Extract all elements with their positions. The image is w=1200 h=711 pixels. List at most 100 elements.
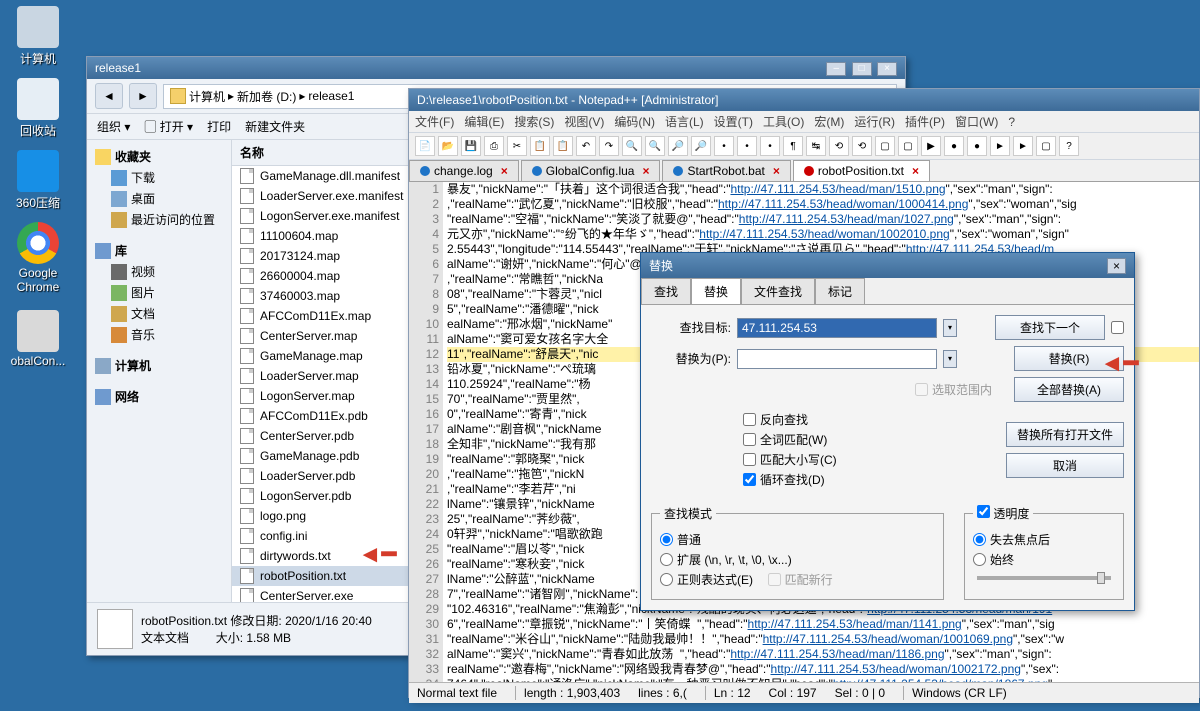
- wrap-check[interactable]: 循环查找(D): [743, 471, 1000, 488]
- explorer-titlebar[interactable]: release1 – □ ×: [87, 57, 905, 79]
- back-button[interactable]: ◄: [95, 83, 123, 109]
- tab-close-icon[interactable]: ×: [501, 164, 508, 178]
- toolbar-icon[interactable]: •: [737, 136, 757, 156]
- toolbar-icon[interactable]: 🔎: [668, 136, 688, 156]
- toolbar-icon[interactable]: 📋: [553, 136, 573, 156]
- sidebar-desktop[interactable]: 桌面: [91, 188, 227, 209]
- toolbar-icon[interactable]: ↹: [806, 136, 826, 156]
- maximize-button[interactable]: □: [852, 62, 872, 76]
- findnext-button[interactable]: 查找下一个: [995, 315, 1105, 340]
- mode-regex[interactable]: 正则表达式(E) 匹配新行: [660, 571, 935, 588]
- findnext-check[interactable]: [1111, 321, 1124, 334]
- toolbar-icon[interactable]: •: [714, 136, 734, 156]
- editor-tab[interactable]: change.log×: [409, 160, 519, 181]
- dialog-titlebar[interactable]: 替换 ×: [641, 253, 1134, 278]
- menu-item[interactable]: 文件(F): [415, 115, 454, 129]
- toolbar-icon[interactable]: ▢: [875, 136, 895, 156]
- menu-item[interactable]: ?: [1008, 115, 1015, 129]
- desktop-icon-chrome[interactable]: Google Chrome: [8, 222, 68, 294]
- toolbar-icon[interactable]: 📋: [530, 136, 550, 156]
- toolbar-icon[interactable]: 🔍: [622, 136, 642, 156]
- open-menu[interactable]: ▢ 打开 ▾: [144, 118, 193, 135]
- minimize-button[interactable]: –: [826, 62, 846, 76]
- toolbar-icon[interactable]: ✂: [507, 136, 527, 156]
- desktop-icon-computer[interactable]: 计算机: [8, 6, 68, 67]
- toolbar-icon[interactable]: ●: [944, 136, 964, 156]
- crumb[interactable]: 新加卷 (D:): [237, 88, 296, 105]
- sidebar-videos[interactable]: 视频: [91, 261, 227, 282]
- sidebar-recent[interactable]: 最近访问的位置: [91, 209, 227, 230]
- menu-item[interactable]: 编辑(E): [464, 115, 504, 129]
- toolbar-icon[interactable]: ►: [1013, 136, 1033, 156]
- sidebar-documents[interactable]: 文档: [91, 303, 227, 324]
- toolbar-icon[interactable]: ▢: [1036, 136, 1056, 156]
- sidebar-music[interactable]: 音乐: [91, 324, 227, 345]
- menu-item[interactable]: 窗口(W): [955, 115, 998, 129]
- trans-always[interactable]: 始终: [973, 551, 1115, 568]
- sidebar-network[interactable]: 网络: [91, 386, 227, 407]
- toolbar-icon[interactable]: 📂: [438, 136, 458, 156]
- menu-item[interactable]: 插件(P): [905, 115, 945, 129]
- crumb[interactable]: 计算机: [189, 88, 225, 105]
- forward-button[interactable]: ►: [129, 83, 157, 109]
- menu-item[interactable]: 设置(T): [714, 115, 753, 129]
- toolbar-icon[interactable]: ⎙: [484, 136, 504, 156]
- sidebar-libraries[interactable]: 库: [91, 240, 227, 261]
- newfolder-button[interactable]: 新建文件夹: [245, 118, 305, 135]
- tab-findinfiles[interactable]: 文件查找: [741, 278, 815, 304]
- menu-item[interactable]: 视图(V): [564, 115, 604, 129]
- crumb[interactable]: release1: [308, 89, 354, 103]
- cancel-button[interactable]: 取消: [1006, 453, 1124, 478]
- editor-tab[interactable]: StartRobot.bat×: [662, 160, 790, 181]
- close-button[interactable]: ×: [877, 62, 897, 76]
- sidebar-computer[interactable]: 计算机: [91, 355, 227, 376]
- trans-onlose[interactable]: 失去焦点后: [973, 531, 1115, 548]
- tab-find[interactable]: 查找: [641, 278, 691, 304]
- notepad-titlebar[interactable]: D:\release1\robotPosition.txt - Notepad+…: [409, 89, 1199, 111]
- toolbar-icon[interactable]: ⟲: [829, 136, 849, 156]
- organize-menu[interactable]: 组织 ▾: [97, 118, 130, 135]
- sidebar-downloads[interactable]: 下载: [91, 167, 227, 188]
- sidebar-favorites[interactable]: 收藏夹: [91, 146, 227, 167]
- desktop-icon-file[interactable]: obalCon...: [8, 310, 68, 368]
- tab-close-icon[interactable]: ×: [773, 164, 780, 178]
- menu-item[interactable]: 语言(L): [665, 115, 704, 129]
- desktop-icon-recycle[interactable]: 回收站: [8, 78, 68, 139]
- menu-item[interactable]: 运行(R): [854, 115, 895, 129]
- replaceallopen-button[interactable]: 替换所有打开文件: [1006, 422, 1124, 447]
- toolbar-icon[interactable]: •: [760, 136, 780, 156]
- dialog-close-button[interactable]: ×: [1107, 258, 1126, 274]
- find-dropdown[interactable]: ▾: [943, 319, 957, 337]
- mode-normal[interactable]: 普通: [660, 531, 935, 548]
- wholeword-check[interactable]: 全词匹配(W): [743, 431, 1000, 448]
- menu-item[interactable]: 宏(M): [814, 115, 844, 129]
- replace-input[interactable]: [737, 349, 937, 369]
- replace-dropdown[interactable]: ▾: [943, 350, 957, 368]
- toolbar-icon[interactable]: ?: [1059, 136, 1079, 156]
- editor-tab[interactable]: GlobalConfig.lua×: [521, 160, 661, 181]
- tab-mark[interactable]: 标记: [815, 278, 865, 304]
- toolbar-icon[interactable]: 🔎: [691, 136, 711, 156]
- print-button[interactable]: 打印: [207, 118, 231, 135]
- toolbar-icon[interactable]: 📄: [415, 136, 435, 156]
- tab-replace[interactable]: 替换: [691, 278, 741, 304]
- toolbar-icon[interactable]: ↶: [576, 136, 596, 156]
- toolbar-icon[interactable]: ¶: [783, 136, 803, 156]
- toolbar-icon[interactable]: ▶: [921, 136, 941, 156]
- reverse-check[interactable]: 反向查找: [743, 411, 1000, 428]
- tab-close-icon[interactable]: ×: [642, 164, 649, 178]
- toolbar-icon[interactable]: ⟲: [852, 136, 872, 156]
- transparency-slider[interactable]: [977, 576, 1111, 580]
- menu-item[interactable]: 搜索(S): [514, 115, 554, 129]
- toolbar-icon[interactable]: ▢: [898, 136, 918, 156]
- find-input[interactable]: [737, 318, 937, 338]
- transparency-legend[interactable]: 透明度: [973, 505, 1033, 522]
- toolbar-icon[interactable]: 🔍: [645, 136, 665, 156]
- editor-tab[interactable]: robotPosition.txt×: [793, 160, 930, 181]
- replaceall-button[interactable]: 全部替换(A): [1014, 377, 1124, 402]
- toolbar-icon[interactable]: ↷: [599, 136, 619, 156]
- tab-close-icon[interactable]: ×: [912, 164, 919, 178]
- range-check[interactable]: 选取范围内: [915, 381, 992, 398]
- desktop-icon-360zip[interactable]: 360压缩: [8, 150, 68, 211]
- toolbar-icon[interactable]: ●: [967, 136, 987, 156]
